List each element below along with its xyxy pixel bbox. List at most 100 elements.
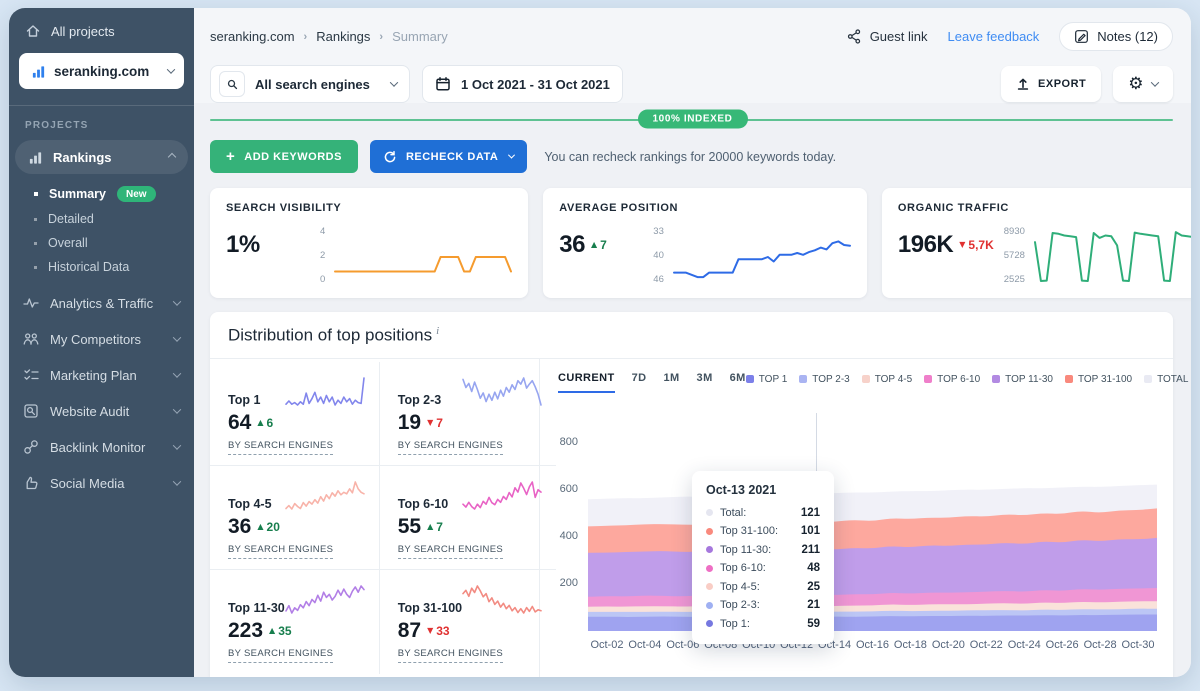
calendar-icon [435, 76, 451, 92]
sidebar-item-website-audit[interactable]: Website Audit [9, 393, 194, 429]
legend-top-11-30[interactable]: TOP 11-30 [992, 374, 1053, 385]
search-engines-value: All search engines [255, 77, 370, 92]
tab-1m[interactable]: 1M [663, 372, 679, 393]
sidebar-item-marketing-plan[interactable]: Marketing Plan [9, 357, 194, 393]
mini-card-top: Top 6-10 [398, 479, 542, 512]
legend-top-2-3[interactable]: TOP 2-3 [799, 374, 849, 385]
x-tick-oct-28: Oct-28 [1084, 639, 1117, 651]
settings-button[interactable]: ⚙ [1113, 66, 1173, 102]
legend-swatch [1065, 375, 1073, 383]
guest-link[interactable]: Guest link [847, 29, 928, 44]
mini-card-by-wrap: BY SEARCH ENGINES [398, 643, 542, 663]
legend-top-31-100[interactable]: TOP 31-100 [1065, 374, 1132, 385]
sidebar-item-backlink-monitor[interactable]: Backlink Monitor [9, 429, 194, 465]
mini-card-value-row: 55▲7 [398, 515, 542, 539]
sidebar-menu: Analytics & Traffic My Competitors Marketi… [9, 285, 194, 501]
chart-legend: TOP 1 TOP 2-3 TOP 4-5 TOP 6-10 TOP 11-30 TOP … [746, 372, 1189, 385]
subitem-label: Summary [49, 187, 106, 201]
tooltip-row-top-6-10: Top 6-10:48 [706, 562, 820, 574]
tooltip-value: 21 [807, 599, 820, 611]
plot-area[interactable]: Oct-13 2021 Total:121Top 31-100:101Top 1… [588, 409, 1157, 631]
sidebar-item-label: Marketing Plan [50, 368, 137, 383]
tooltip-dot [706, 583, 713, 590]
mini-card-top: Top 4-5 [228, 479, 365, 512]
stat-card-value: 1% [226, 231, 260, 259]
notes-button[interactable]: Notes (12) [1059, 22, 1173, 51]
by-search-engines-link[interactable]: BY SEARCH ENGINES [398, 648, 503, 663]
distribution-title: Distribution of top positions [228, 326, 432, 345]
add-keywords-button[interactable]: + ADD KEYWORDS [210, 140, 358, 173]
mini-card-by-wrap: BY SEARCH ENGINES [228, 643, 365, 663]
tooltip-dot [706, 546, 713, 553]
mini-card-value: 55 [398, 515, 421, 539]
by-search-engines-link[interactable]: BY SEARCH ENGINES [398, 440, 503, 455]
tab-current[interactable]: CURRENT [558, 372, 615, 393]
tooltip-value: 25 [807, 581, 820, 593]
sidebar-item-my-competitors[interactable]: My Competitors [9, 321, 194, 357]
delta-down-icon: ▼ [427, 419, 433, 427]
mini-card-value: 87 [398, 619, 421, 643]
sidebar-item-rankings[interactable]: Rankings [15, 140, 188, 174]
tooltip-dot [706, 620, 713, 627]
pencil-icon [1074, 29, 1089, 44]
breadcrumb-item-seranking-com[interactable]: seranking.com [210, 29, 295, 44]
stat-card-search-visibility: SEARCH VISIBILITY1%420 [210, 188, 528, 298]
sidebar-item-social-media[interactable]: Social Media [9, 465, 194, 501]
x-tick-oct-02: Oct-02 [590, 639, 623, 651]
info-icon[interactable]: i [436, 325, 439, 337]
leave-feedback-link[interactable]: Leave feedback [948, 29, 1040, 44]
tooltip-label: Top 4-5: [720, 581, 800, 593]
sidebar-subitem-detailed[interactable]: Detailed [9, 207, 194, 231]
date-range-select[interactable]: 1 Oct 2021 - 31 Oct 2021 [422, 65, 623, 103]
project-selector[interactable]: seranking.com [19, 53, 184, 89]
chevron-down-icon [1151, 78, 1159, 86]
social-media-icon [23, 475, 39, 491]
tooltip-label: Top 6-10: [720, 562, 800, 574]
chevron-down-icon [173, 405, 181, 413]
by-search-engines-link[interactable]: BY SEARCH ENGINES [228, 648, 333, 663]
tab-6m[interactable]: 6M [730, 372, 746, 393]
by-search-engines-link[interactable]: BY SEARCH ENGINES [228, 544, 333, 559]
breadcrumb-item-rankings[interactable]: Rankings [316, 29, 370, 44]
delta-value: 7 [436, 416, 443, 430]
stat-card-axis: 334046 [653, 225, 664, 285]
mini-card-by-wrap: BY SEARCH ENGINES [228, 539, 365, 559]
mini-card-value-row: 19▼7 [398, 411, 542, 435]
sidebar-item-label: Backlink Monitor [50, 440, 145, 455]
legend-swatch [924, 375, 932, 383]
tooltip-dot [706, 602, 713, 609]
by-search-engines-link[interactable]: BY SEARCH ENGINES [228, 440, 333, 455]
breadcrumb-separator: › [379, 31, 383, 43]
sidebar-item-analytics-traffic[interactable]: Analytics & Traffic [9, 285, 194, 321]
mini-card-label: Top 1 [228, 393, 260, 408]
stat-card-delta: ▲7 [591, 238, 607, 252]
export-label: EXPORT [1038, 78, 1086, 90]
indexed-progress: 100% INDEXED [194, 107, 1191, 131]
plus-icon: + [226, 149, 235, 164]
recheck-data-button[interactable]: RECHECK DATA [370, 140, 527, 173]
search-engines-select[interactable]: All search engines [210, 65, 410, 103]
legend-top-6-10[interactable]: TOP 6-10 [924, 374, 980, 385]
export-button[interactable]: EXPORT [1001, 66, 1101, 102]
legend-swatch [992, 375, 1000, 383]
sidebar-subitem-historical-data[interactable]: Historical Data [9, 255, 194, 279]
stat-card-average-position: AVERAGE POSITION36▲7334046 [543, 188, 867, 298]
legend-total[interactable]: TOTAL [1144, 374, 1188, 385]
rankings-label: Rankings [53, 150, 112, 165]
sidebar-subitem-summary[interactable]: SummaryNew [9, 181, 194, 207]
tab-7d[interactable]: 7D [632, 372, 647, 393]
marketing-plan-icon [23, 367, 39, 383]
all-projects-link[interactable]: All projects [9, 8, 194, 47]
sidebar-subitem-overall[interactable]: Overall [9, 231, 194, 255]
legend-top-1[interactable]: TOP 1 [746, 374, 788, 385]
delta-value: 7 [600, 238, 607, 252]
by-search-engines-link[interactable]: BY SEARCH ENGINES [398, 544, 503, 559]
tooltip-row-top-2-3: Top 2-3:21 [706, 599, 820, 611]
stat-card-chart: 893057282525 [1004, 225, 1191, 289]
tab-3m[interactable]: 3M [697, 372, 713, 393]
upload-icon [1016, 77, 1030, 91]
legend-top-4-5[interactable]: TOP 4-5 [862, 374, 912, 385]
sidebar-item-label: Analytics & Traffic [50, 296, 153, 311]
x-tick-oct-04: Oct-04 [628, 639, 661, 651]
mini-card-value: 223 [228, 619, 263, 643]
